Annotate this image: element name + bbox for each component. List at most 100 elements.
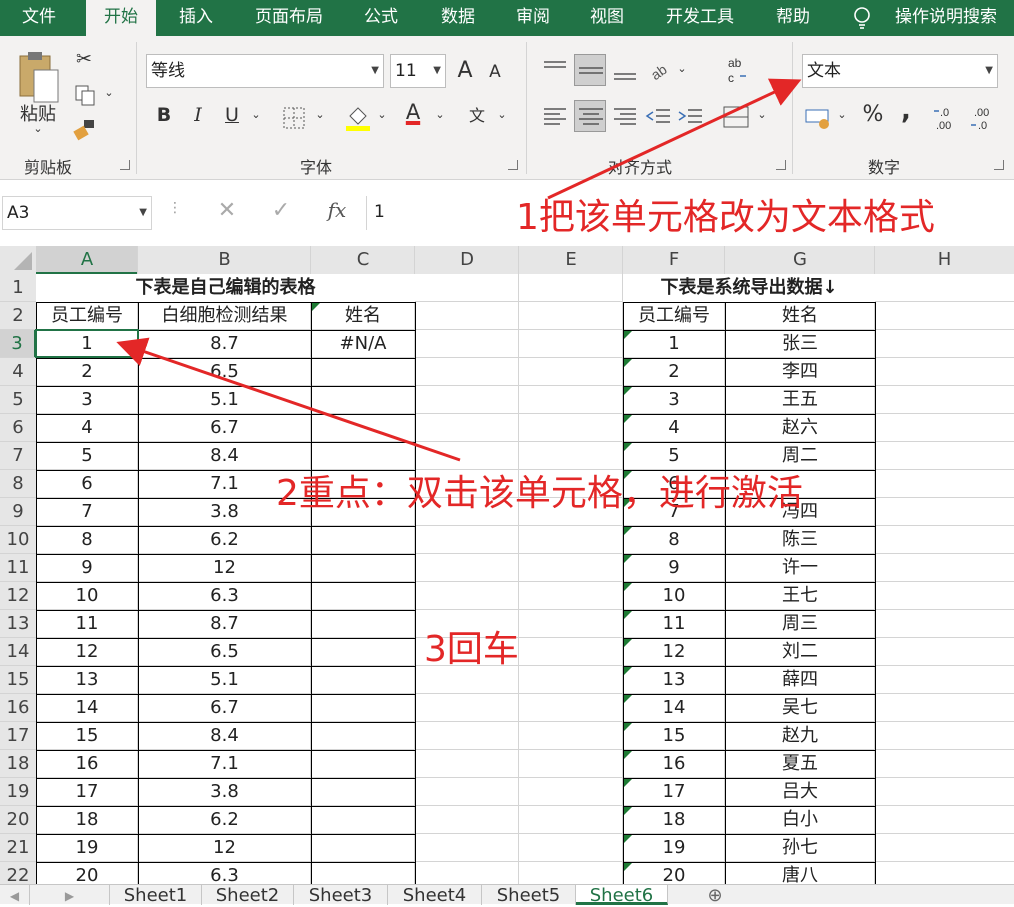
- cell-employee-id[interactable]: 11: [623, 610, 725, 638]
- tab-formulas[interactable]: 公式: [352, 0, 410, 36]
- sheet-tab-1[interactable]: Sheet1: [110, 885, 202, 906]
- phonetic-dropdown-icon[interactable]: ⌄: [496, 108, 508, 121]
- cell-employee-id[interactable]: 7: [36, 498, 138, 526]
- number-launcher-icon[interactable]: [994, 160, 1004, 170]
- cancel-entry-icon[interactable]: ✕: [214, 198, 240, 223]
- font-launcher-icon[interactable]: [508, 160, 518, 170]
- cell-employee-id[interactable]: 5: [623, 442, 725, 470]
- accounting-format-icon[interactable]: [804, 106, 834, 132]
- cell-name[interactable]: 张三: [725, 330, 875, 358]
- cell-employee-id[interactable]: 16: [623, 750, 725, 778]
- tab-help[interactable]: 帮助: [764, 0, 822, 36]
- row-header[interactable]: 10: [0, 526, 36, 554]
- cell-name-lookup[interactable]: [311, 526, 415, 554]
- sheet-tab-5[interactable]: Sheet5: [482, 885, 576, 906]
- cell-name[interactable]: 王七: [725, 582, 875, 610]
- cell-employee-id[interactable]: 13: [623, 666, 725, 694]
- copy-icon[interactable]: [74, 84, 98, 108]
- borders-icon[interactable]: [282, 106, 306, 130]
- cell-name[interactable]: 赵六: [725, 414, 875, 442]
- tab-home[interactable]: 开始: [86, 0, 156, 36]
- align-middle-icon[interactable]: [574, 54, 606, 86]
- cell-name[interactable]: 白小: [725, 806, 875, 834]
- col-header-h[interactable]: H: [875, 246, 1014, 274]
- header-employee-id[interactable]: 员工编号: [36, 302, 138, 330]
- tab-review[interactable]: 审阅: [504, 0, 562, 36]
- increase-indent-icon[interactable]: [676, 102, 704, 132]
- col-header-b[interactable]: B: [138, 246, 311, 274]
- header-wbc-result[interactable]: 白细胞检测结果: [138, 302, 311, 330]
- cell-employee-id[interactable]: 10: [36, 582, 138, 610]
- cell-name-lookup[interactable]: [311, 638, 415, 666]
- bold-button[interactable]: B: [152, 104, 176, 126]
- cell-employee-id[interactable]: 15: [36, 722, 138, 750]
- comma-style-button[interactable]: ,: [896, 96, 916, 126]
- right-table-title[interactable]: 下表是系统导出数据↓: [623, 274, 875, 302]
- cell-wbc-result[interactable]: 7.1: [138, 750, 311, 778]
- row-header[interactable]: 12: [0, 582, 36, 610]
- row-header[interactable]: 22: [0, 862, 36, 886]
- cell-employee-id[interactable]: 19: [623, 834, 725, 862]
- align-center-icon[interactable]: [574, 100, 606, 132]
- cell-employee-id[interactable]: 17: [623, 778, 725, 806]
- cell-wbc-result[interactable]: 5.1: [138, 386, 311, 414]
- fill-color-dropdown-icon[interactable]: ⌄: [376, 108, 388, 121]
- row-header[interactable]: 17: [0, 722, 36, 750]
- align-bottom-icon[interactable]: [610, 58, 640, 82]
- grow-font-button[interactable]: A: [452, 58, 478, 83]
- cell-name-lookup[interactable]: [311, 610, 415, 638]
- tab-data[interactable]: 数据: [428, 0, 488, 36]
- sheet-tab-4[interactable]: Sheet4: [388, 885, 482, 906]
- cell-employee-id[interactable]: 4: [36, 414, 138, 442]
- cell-name-lookup[interactable]: #N/A: [311, 330, 415, 358]
- cell-wbc-result[interactable]: 6.7: [138, 414, 311, 442]
- cell-name-lookup[interactable]: [311, 694, 415, 722]
- paste-icon[interactable]: [18, 50, 60, 104]
- cell-name[interactable]: 吕大: [725, 778, 875, 806]
- cell-wbc-result[interactable]: 12: [138, 554, 311, 582]
- row-header[interactable]: 4: [0, 358, 36, 386]
- cell-name[interactable]: 王五: [725, 386, 875, 414]
- header-employee-id[interactable]: 员工编号: [623, 302, 725, 330]
- align-right-icon[interactable]: [610, 102, 640, 132]
- name-box[interactable]: A3 ▼: [2, 196, 152, 230]
- align-top-icon[interactable]: [540, 58, 570, 82]
- row-header[interactable]: 15: [0, 666, 36, 694]
- row-header[interactable]: 7: [0, 442, 36, 470]
- row-header[interactable]: 20: [0, 806, 36, 834]
- cell-name-lookup[interactable]: [311, 582, 415, 610]
- cell-employee-id[interactable]: 12: [36, 638, 138, 666]
- number-format-select[interactable]: 文本 ▼: [802, 54, 998, 88]
- row-header[interactable]: 8: [0, 470, 36, 498]
- header-name[interactable]: 姓名: [311, 302, 415, 330]
- fill-color-icon[interactable]: [344, 102, 372, 132]
- cell-wbc-result[interactable]: 8.7: [138, 330, 311, 358]
- cell-employee-id[interactable]: 11: [36, 610, 138, 638]
- accounting-dropdown-icon[interactable]: ⌄: [836, 108, 848, 121]
- sheet-tab-2[interactable]: Sheet2: [202, 885, 294, 906]
- cell-employee-id[interactable]: 14: [623, 694, 725, 722]
- cell-name[interactable]: 赵九: [725, 722, 875, 750]
- col-header-g[interactable]: G: [725, 246, 875, 274]
- cell-wbc-result[interactable]: 6.5: [138, 638, 311, 666]
- row-header[interactable]: 9: [0, 498, 36, 526]
- cell-name-lookup[interactable]: [311, 666, 415, 694]
- cell-employee-id[interactable]: 4: [623, 414, 725, 442]
- align-launcher-icon[interactable]: [776, 160, 786, 170]
- cell-employee-id[interactable]: 3: [623, 386, 725, 414]
- cell-name[interactable]: 李四: [725, 358, 875, 386]
- cell-employee-id[interactable]: 18: [36, 806, 138, 834]
- italic-button[interactable]: I: [186, 104, 210, 126]
- row-header[interactable]: 16: [0, 694, 36, 722]
- cell-name[interactable]: 许一: [725, 554, 875, 582]
- cell-wbc-result[interactable]: 6.7: [138, 694, 311, 722]
- cell-name-lookup[interactable]: [311, 442, 415, 470]
- cell-wbc-result[interactable]: 5.1: [138, 666, 311, 694]
- row-header[interactable]: 3: [0, 330, 36, 358]
- font-color-button[interactable]: A: [400, 100, 426, 124]
- cell-employee-id[interactable]: 5: [36, 442, 138, 470]
- active-cell-a3[interactable]: [35, 329, 139, 358]
- cell-name-lookup[interactable]: [311, 750, 415, 778]
- row-header[interactable]: 14: [0, 638, 36, 666]
- clipboard-launcher-icon[interactable]: [120, 160, 130, 170]
